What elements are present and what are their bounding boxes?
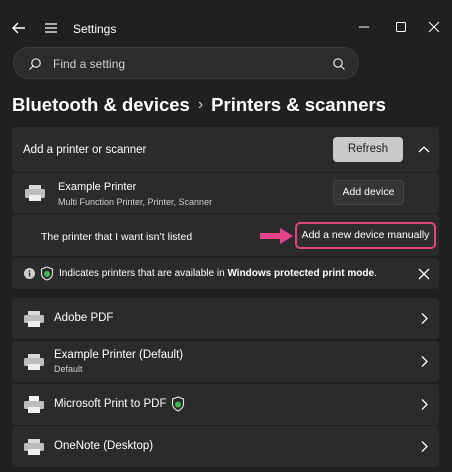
printer-icon — [24, 311, 44, 327]
breadcrumb-current: Printers & scanners — [211, 94, 386, 115]
breadcrumb-separator: › — [197, 96, 204, 113]
protected-print-info-banner: Indicates printers that are available in… — [12, 258, 439, 289]
printer-name: OneNote (Desktop) — [54, 440, 154, 452]
found-printer-name: Example Printer — [58, 181, 137, 193]
printer-list-item[interactable]: Microsoft Print to PDF — [12, 384, 439, 425]
hamburger-menu-icon[interactable] — [40, 16, 62, 40]
printer-not-listed-text: The printer that I want isn’t listed — [41, 231, 193, 243]
found-printer-row: Example Printer Multi Function Printer, … — [12, 173, 439, 213]
found-printer-type: Multi Function Printer, Printer, Scanner — [58, 197, 213, 207]
search-input[interactable]: Find a setting — [13, 47, 359, 79]
printer-icon — [24, 354, 44, 370]
breadcrumb: Bluetooth & devices › Printers & scanners — [12, 94, 386, 116]
breadcrumb-parent[interactable]: Bluetooth & devices — [12, 94, 190, 115]
pointer-arrow-icon — [260, 228, 293, 244]
search-submit-icon[interactable] — [332, 57, 346, 71]
chevron-up-icon[interactable] — [417, 143, 431, 155]
add-device-manually-button[interactable]: Add a new device manually — [295, 222, 436, 249]
pdf-printer-icon — [24, 396, 44, 413]
search-icon — [29, 58, 41, 70]
search-placeholder: Find a setting — [53, 57, 126, 71]
close-icon[interactable] — [417, 267, 431, 281]
printer-icon — [24, 439, 44, 455]
shield-icon — [40, 266, 54, 281]
add-printer-label: Add a printer or scanner — [23, 144, 147, 156]
printer-name: Microsoft Print to PDF — [54, 398, 167, 410]
printer-icon — [25, 185, 45, 201]
refresh-button[interactable]: Refresh — [333, 137, 403, 162]
chevron-right-icon — [421, 356, 428, 367]
printer-status: Default — [54, 364, 83, 374]
chevron-right-icon — [421, 313, 428, 324]
close-window-icon[interactable] — [424, 18, 444, 36]
printer-list-item[interactable]: OneNote (Desktop) — [12, 426, 439, 467]
printer-list-item[interactable]: Adobe PDF — [12, 298, 439, 339]
chevron-right-icon — [421, 441, 428, 452]
window-title: Settings — [73, 22, 117, 36]
printer-not-listed-row: The printer that I want isn’t listed Add… — [12, 214, 439, 256]
minimize-icon[interactable] — [354, 18, 374, 36]
add-device-button[interactable]: Add device — [333, 180, 404, 205]
info-icon — [24, 268, 35, 279]
printer-name: Adobe PDF — [54, 312, 114, 324]
shield-icon — [171, 396, 185, 412]
back-arrow-icon[interactable] — [8, 16, 30, 40]
info-banner-text: Indicates printers that are available in… — [59, 268, 377, 279]
chevron-right-icon — [421, 399, 428, 410]
printer-name: Example Printer (Default) — [54, 349, 184, 361]
title-bar: Settings — [0, 0, 452, 48]
add-printer-section-header[interactable]: Add a printer or scanner Refresh — [12, 127, 439, 172]
maximize-icon[interactable] — [391, 18, 411, 36]
printer-list-item[interactable]: Example Printer (Default) Default — [12, 341, 439, 382]
